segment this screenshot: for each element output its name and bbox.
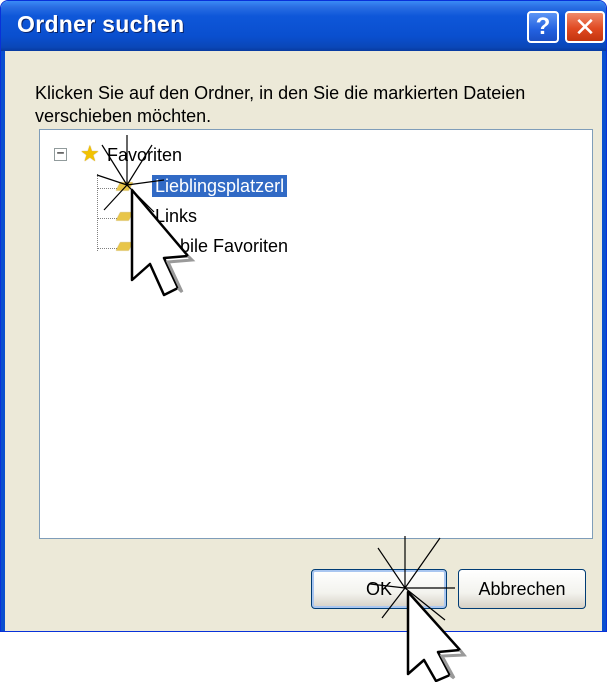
pointer-cursor-icon xyxy=(96,135,196,297)
dialog-window: Ordner suchen ? ✕ Klicken Sie auf den Or… xyxy=(0,0,607,632)
pointer-cursor-icon xyxy=(369,536,468,682)
collapse-toggle[interactable]: − xyxy=(54,147,67,161)
window-border-right xyxy=(602,51,606,631)
window-border-left xyxy=(1,51,5,631)
close-button[interactable]: ✕ xyxy=(565,11,605,43)
help-button[interactable]: ? xyxy=(527,11,559,43)
instruction-text: Klicken Sie auf den Ordner, in den Sie d… xyxy=(35,83,526,126)
title-bar[interactable]: Ordner suchen ? ✕ xyxy=(1,1,606,51)
window-title: Ordner suchen xyxy=(17,11,185,37)
